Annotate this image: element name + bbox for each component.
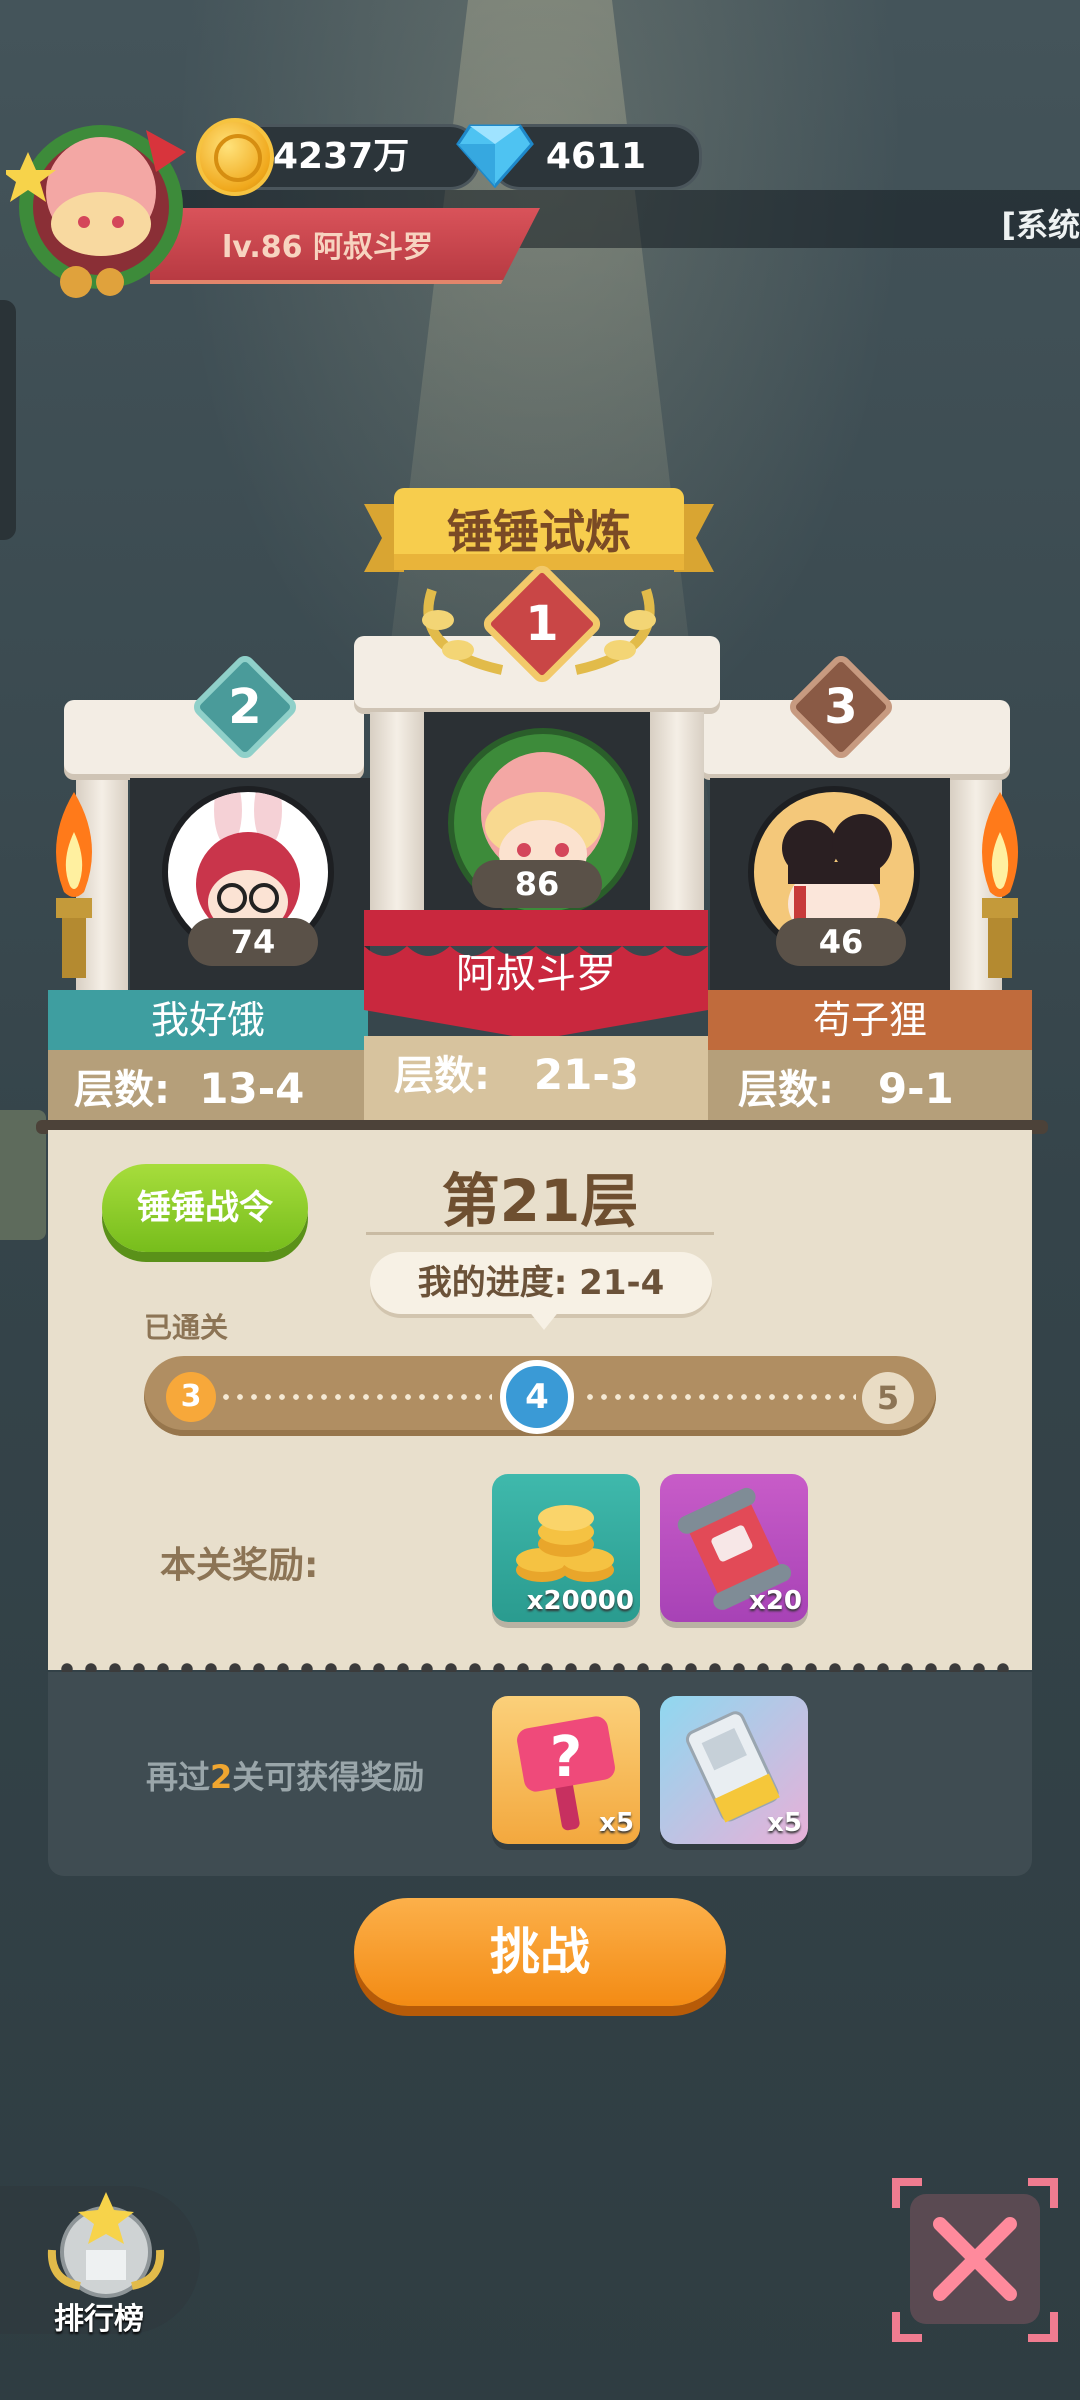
player-2-floor: 层数: 13-4 bbox=[74, 1064, 305, 1113]
page-title: 锤锤试炼 bbox=[447, 505, 631, 559]
stage-node-current[interactable]: 4 bbox=[500, 1360, 574, 1434]
player-2-level: 74 bbox=[188, 918, 318, 966]
bonus-reward-hammer[interactable]: ? x5 bbox=[492, 1696, 640, 1844]
battle-pass-button[interactable]: 锤锤战令 bbox=[102, 1164, 308, 1252]
close-button[interactable] bbox=[910, 2194, 1040, 2324]
player-3-floor: 层数: 9-1 bbox=[738, 1064, 954, 1113]
reward-coins[interactable]: x20000 bbox=[492, 1474, 640, 1622]
challenge-button[interactable]: 挑战 bbox=[354, 1898, 726, 2006]
player-3-name: 苟子狸 bbox=[708, 990, 1032, 1050]
svg-text:?: ? bbox=[550, 1725, 582, 1790]
bonus-reward-card[interactable]: x5 bbox=[660, 1696, 808, 1844]
side-drawer-tab[interactable] bbox=[0, 300, 16, 540]
player-2-name: 我好饿 bbox=[48, 990, 368, 1050]
player-1-floor: 层数: 21-3 bbox=[394, 1050, 639, 1099]
bonus-count: 2 bbox=[210, 1758, 233, 1796]
leaderboard-label: 排行榜 bbox=[54, 2302, 144, 2337]
player-1-name: 阿叔斗罗 bbox=[456, 951, 616, 997]
player-3-level: 46 bbox=[776, 918, 906, 966]
player-name-ribbon: lv.86 阿叔斗罗 bbox=[150, 208, 540, 284]
coin-value: 4237万 bbox=[273, 136, 410, 177]
diamond-icon bbox=[456, 124, 534, 188]
my-progress-bubble: 我的进度: 21-4 bbox=[370, 1252, 712, 1314]
stage-node-prev[interactable]: 3 bbox=[166, 1372, 216, 1422]
torch-icon bbox=[56, 792, 92, 978]
podium-pillar bbox=[370, 712, 424, 912]
coin-icon bbox=[196, 118, 274, 196]
divider bbox=[366, 1232, 714, 1235]
player-1-level: 86 bbox=[472, 860, 602, 908]
reward-qty: x20 bbox=[749, 1586, 802, 1616]
ticker-text: [系统 bbox=[1001, 206, 1080, 244]
reward-label: 本关奖励: bbox=[160, 1545, 319, 1586]
track-dots bbox=[222, 1394, 492, 1400]
reward-qty: x5 bbox=[599, 1808, 634, 1838]
reward-scroll[interactable]: x20 bbox=[660, 1474, 808, 1622]
progress-pointer bbox=[528, 1310, 560, 1330]
player-avatar[interactable] bbox=[6, 112, 196, 302]
cleared-label: 已通关 bbox=[144, 1311, 229, 1344]
reward-qty: x5 bbox=[767, 1808, 802, 1838]
track-dots bbox=[586, 1394, 856, 1400]
reward-qty: x20000 bbox=[526, 1586, 634, 1616]
stage-node-next[interactable]: 5 bbox=[862, 1372, 914, 1424]
leaderboard-icon bbox=[47, 2192, 165, 2298]
floor-title: 第21层 bbox=[441, 1167, 639, 1235]
player-level-name: lv.86 阿叔斗罗 bbox=[222, 230, 433, 265]
diamond-value: 4611 bbox=[545, 136, 647, 177]
torch-icon bbox=[982, 792, 1018, 978]
close-icon bbox=[933, 2217, 1017, 2301]
podium-pillar bbox=[650, 712, 704, 912]
bonus-text: 再过2关可获得奖励 bbox=[146, 1758, 425, 1796]
